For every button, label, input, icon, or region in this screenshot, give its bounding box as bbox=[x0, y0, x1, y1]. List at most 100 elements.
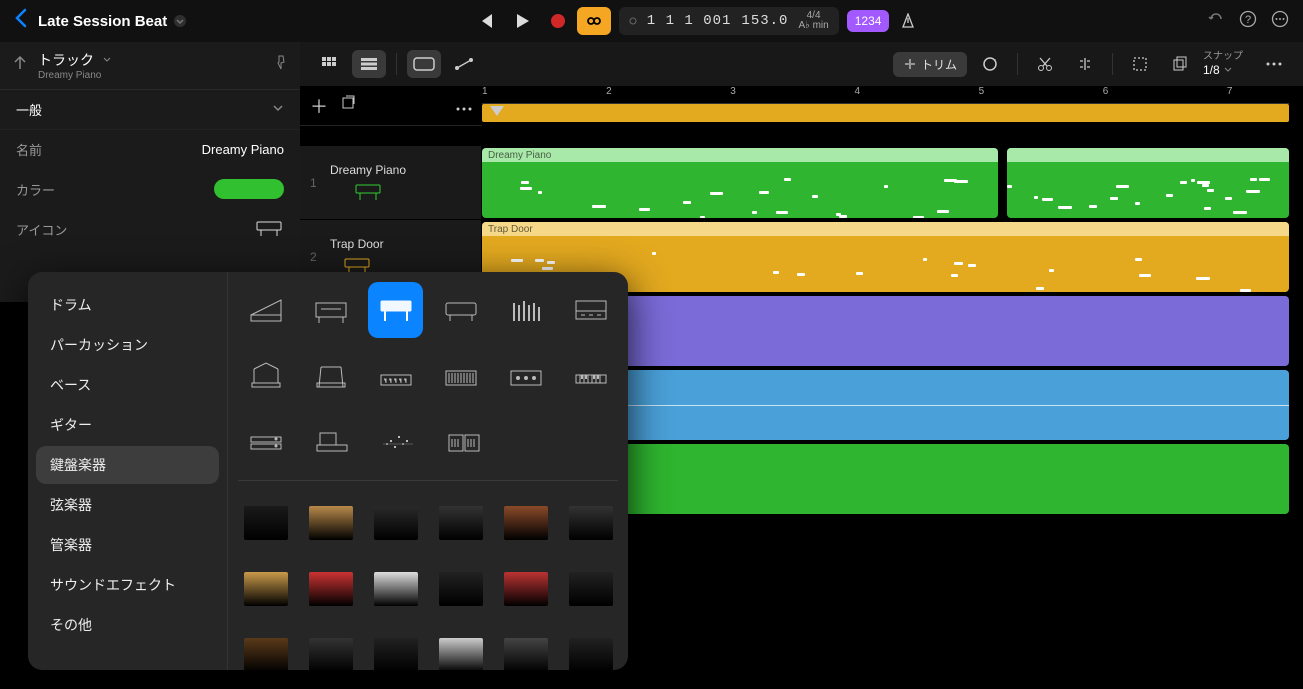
icon-option[interactable] bbox=[304, 414, 360, 470]
beat-indicator[interactable]: 1234 bbox=[847, 10, 890, 32]
icon-option-realistic[interactable] bbox=[563, 627, 618, 670]
icon-option[interactable] bbox=[436, 414, 492, 470]
icon-option-realistic[interactable] bbox=[433, 561, 488, 617]
project-title[interactable]: Late Session Beat bbox=[38, 13, 187, 30]
icon-option-realistic[interactable] bbox=[368, 627, 423, 670]
snap-control[interactable]: スナップ 1/8 bbox=[1203, 51, 1243, 77]
inspector-row-color[interactable]: カラー bbox=[0, 169, 300, 209]
icon-option[interactable] bbox=[563, 348, 618, 404]
scissors-tool-button[interactable] bbox=[1028, 50, 1062, 78]
icon-option[interactable] bbox=[498, 282, 553, 338]
icon-option-realistic[interactable] bbox=[238, 495, 293, 551]
icon-option-realistic[interactable] bbox=[368, 561, 423, 617]
project-name-text: Late Session Beat bbox=[38, 13, 167, 30]
icon-option-realistic[interactable] bbox=[238, 561, 293, 617]
add-track-button[interactable]: ＋ bbox=[310, 93, 328, 119]
icon-option-realistic[interactable] bbox=[563, 561, 618, 617]
icon-option[interactable] bbox=[303, 348, 358, 404]
icon-categories-list: ドラムパーカッションベースギター鍵盤楽器弦楽器管楽器サウンドエフェクトその他 bbox=[28, 272, 228, 670]
copy-tool-button[interactable] bbox=[1163, 50, 1197, 78]
icon-option-realistic[interactable] bbox=[498, 627, 553, 670]
track-name-value: Dreamy Piano bbox=[202, 142, 284, 157]
icon-option[interactable] bbox=[370, 414, 426, 470]
track-header[interactable]: 1 Dreamy Piano bbox=[300, 146, 482, 220]
play-button[interactable] bbox=[505, 7, 539, 35]
split-tool-button[interactable] bbox=[1068, 50, 1102, 78]
toolbar-more-button[interactable] bbox=[1257, 50, 1291, 78]
svg-text:?: ? bbox=[1245, 14, 1251, 26]
icon-category-item[interactable]: ベース bbox=[36, 366, 219, 404]
icon-option-realistic[interactable] bbox=[368, 495, 423, 551]
icon-category-item[interactable]: サウンドエフェクト bbox=[36, 566, 219, 604]
inspector-row-name[interactable]: 名前 Dreamy Piano bbox=[0, 130, 300, 169]
icon-category-item[interactable]: ギター bbox=[36, 406, 219, 444]
icon-option[interactable] bbox=[368, 348, 423, 404]
loop-tool-button[interactable] bbox=[973, 50, 1007, 78]
inspector-panel: トラック Dreamy Piano 一般 名前 Dreamy Piano カラー… bbox=[0, 42, 300, 302]
icon-picker-popover: ドラムパーカッションベースギター鍵盤楽器弦楽器管楽器サウンドエフェクトその他 bbox=[28, 272, 628, 670]
chevron-down-icon bbox=[272, 102, 284, 117]
icon-option-realistic[interactable] bbox=[303, 495, 358, 551]
tracks-toolbar: トリム スナップ 1/8 bbox=[300, 42, 1303, 86]
timesig-display: 4/4 A♭ min bbox=[798, 11, 828, 31]
icon-category-item[interactable]: ドラム bbox=[36, 286, 219, 324]
record-button[interactable] bbox=[541, 7, 575, 35]
region[interactable] bbox=[1007, 148, 1289, 218]
track-list-more-button[interactable] bbox=[456, 95, 472, 116]
inspector-up-icon[interactable] bbox=[12, 55, 28, 76]
icon-option[interactable] bbox=[433, 282, 488, 338]
automation-button[interactable] bbox=[447, 50, 481, 78]
inspector-section-general[interactable]: 一般 bbox=[0, 90, 300, 130]
icon-grid bbox=[228, 272, 628, 670]
marquee-tool-button[interactable] bbox=[1123, 50, 1157, 78]
undo-icon[interactable] bbox=[1207, 10, 1225, 33]
icon-category-item[interactable]: パーカッション bbox=[36, 326, 219, 364]
icon-option-realistic[interactable] bbox=[433, 495, 488, 551]
icon-option-realistic[interactable] bbox=[238, 627, 293, 670]
go-to-start-button[interactable] bbox=[469, 7, 503, 35]
more-icon[interactable] bbox=[1271, 10, 1289, 33]
metronome-button[interactable] bbox=[891, 7, 925, 35]
icon-option-realistic[interactable] bbox=[303, 561, 358, 617]
icon-option-realistic[interactable] bbox=[498, 495, 553, 551]
icon-option[interactable] bbox=[238, 414, 294, 470]
track-instrument-icon bbox=[352, 181, 384, 203]
inspector-title: トラック bbox=[38, 50, 112, 70]
icon-option-realistic[interactable] bbox=[563, 495, 618, 551]
region-label: Trap Door bbox=[488, 224, 533, 235]
track-number: 1 bbox=[310, 176, 322, 190]
icon-swatch[interactable] bbox=[254, 219, 284, 239]
pin-icon[interactable] bbox=[274, 55, 288, 76]
region[interactable]: Dreamy Piano bbox=[482, 148, 998, 218]
inspector-row-icon[interactable]: アイコン bbox=[0, 209, 300, 249]
top-bar: Late Session Beat 1 1 1 001 153.0 4/4 A♭… bbox=[0, 0, 1303, 42]
icon-category-item[interactable]: その他 bbox=[36, 606, 219, 644]
icon-option-realistic[interactable] bbox=[498, 561, 553, 617]
icon-option[interactable] bbox=[238, 348, 293, 404]
icon-option[interactable] bbox=[238, 282, 293, 338]
lcd-display[interactable]: 1 1 1 001 153.0 4/4 A♭ min bbox=[619, 7, 839, 35]
view-grid-button[interactable] bbox=[312, 50, 346, 78]
track-number: 2 bbox=[310, 250, 322, 264]
icon-option[interactable] bbox=[498, 348, 553, 404]
track-list-controls: ＋ bbox=[300, 86, 482, 126]
icon-option[interactable] bbox=[303, 282, 358, 338]
icon-option[interactable] bbox=[368, 282, 423, 338]
icon-category-item[interactable]: 管楽器 bbox=[36, 526, 219, 564]
track-name-label: Dreamy Piano bbox=[330, 163, 406, 177]
help-icon[interactable]: ? bbox=[1239, 10, 1257, 33]
icon-option[interactable] bbox=[433, 348, 488, 404]
inspector-header: トラック Dreamy Piano bbox=[0, 42, 300, 90]
back-button[interactable] bbox=[14, 8, 28, 34]
icon-category-item[interactable]: 弦楽器 bbox=[36, 486, 219, 524]
cycle-button[interactable] bbox=[577, 7, 611, 35]
icon-option-realistic[interactable] bbox=[433, 627, 488, 670]
region-view-button[interactable] bbox=[407, 50, 441, 78]
color-swatch[interactable] bbox=[214, 179, 284, 199]
view-list-button[interactable] bbox=[352, 50, 386, 78]
icon-option[interactable] bbox=[563, 282, 618, 338]
trim-tool-button[interactable]: トリム bbox=[893, 52, 967, 77]
icon-category-item[interactable]: 鍵盤楽器 bbox=[36, 446, 219, 484]
duplicate-track-button[interactable] bbox=[340, 95, 356, 116]
icon-option-realistic[interactable] bbox=[303, 627, 358, 670]
